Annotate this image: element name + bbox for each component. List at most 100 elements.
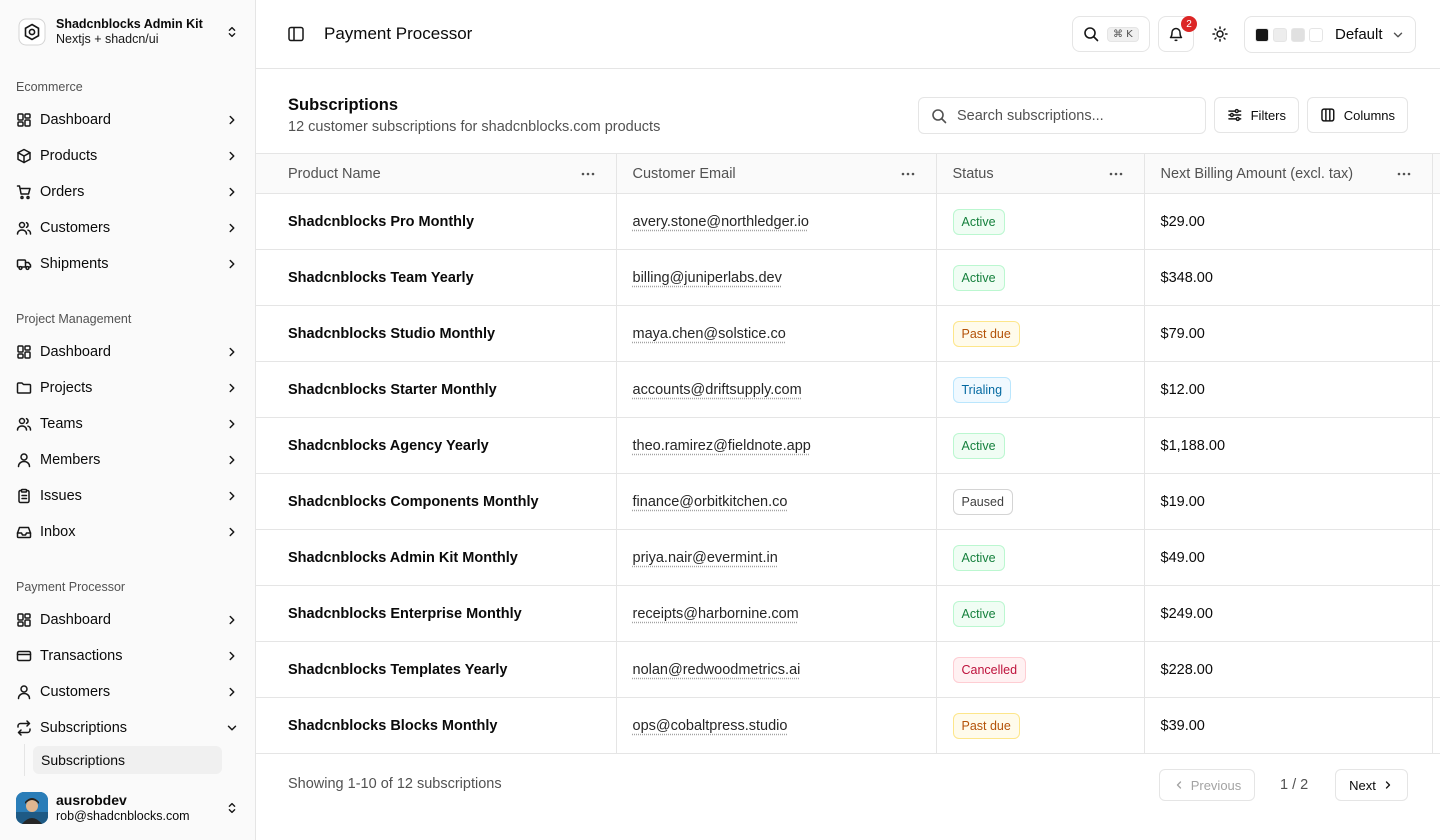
customer-email-link[interactable]: maya.chen@solstice.co (633, 326, 786, 342)
product-name: Shadcnblocks Templates Yearly (288, 662, 507, 678)
users-icon (16, 416, 32, 432)
section-description: 12 customer subscriptions for shadcnbloc… (288, 119, 660, 135)
sidebar-item-transactions[interactable]: Transactions (8, 640, 248, 672)
avatar (16, 792, 48, 824)
sidebar-item-dashboard[interactable]: Dashboard (8, 336, 248, 368)
status-badge: Active (953, 433, 1005, 459)
column-header[interactable]: Customer Email (616, 154, 936, 194)
billing-amount: $1,188.00 (1161, 438, 1226, 454)
sidebar-item-label: Dashboard (40, 112, 224, 128)
columns-button[interactable]: Columns (1307, 97, 1408, 133)
status-badge: Active (953, 265, 1005, 291)
billing-amount: $228.00 (1161, 662, 1213, 678)
table-row[interactable]: Shadcnblocks Studio Monthly maya.chen@sol… (256, 306, 1440, 362)
table-row[interactable]: Shadcnblocks Team Yearly billing@juniperl… (256, 250, 1440, 306)
user-menu[interactable]: ausrobdev rob@shadcnblocks.com (8, 784, 248, 832)
sidebar-item-dashboard[interactable]: Dashboard (8, 104, 248, 136)
chevron-right-icon (224, 524, 240, 540)
overflow-cell (1432, 698, 1440, 754)
sidebar-item-products[interactable]: Products (8, 140, 248, 172)
sidebar-item-inbox[interactable]: Inbox (8, 516, 248, 548)
theme-toggle-button[interactable] (1202, 16, 1238, 52)
sidebar-item-orders[interactable]: Orders (8, 176, 248, 208)
column-header[interactable]: Next Billing Amount (excl. tax) (1144, 154, 1432, 194)
chevron-left-icon (1173, 779, 1185, 791)
table-row[interactable]: Shadcnblocks Enterprise Monthly receipts@… (256, 586, 1440, 642)
previous-page-button[interactable]: Previous (1159, 769, 1255, 801)
sidebar-item-projects[interactable]: Projects (8, 372, 248, 404)
notifications-button[interactable]: 2 (1158, 16, 1194, 52)
status-badge: Trialing (953, 377, 1012, 403)
columns-icon (1320, 107, 1336, 123)
global-search-button[interactable]: ⌘ K (1072, 16, 1150, 52)
next-page-button[interactable]: Next (1335, 769, 1408, 801)
sidebar-item-label: Members (40, 452, 224, 468)
search-input[interactable] (957, 108, 1197, 124)
table-row[interactable]: Shadcnblocks Agency Yearly theo.ramirez@f… (256, 418, 1440, 474)
sidebar-item-label: Orders (40, 184, 224, 200)
table-row[interactable]: Shadcnblocks Blocks Monthly ops@cobaltpre… (256, 698, 1440, 754)
customer-email-link[interactable]: ops@cobaltpress.studio (633, 718, 788, 734)
user-name: ausrobdev (56, 792, 224, 808)
submenu-item-subscriptions[interactable]: Subscriptions (33, 746, 222, 774)
page-indicator: 1 / 2 (1280, 777, 1308, 793)
sidebar: Shadcnblocks Admin Kit Nextjs + shadcn/u… (0, 0, 256, 840)
billing-amount: $29.00 (1161, 214, 1205, 230)
subscription-search[interactable] (918, 97, 1206, 134)
customer-email-link[interactable]: avery.stone@northledger.io (633, 214, 809, 230)
subscriptions-table: Product Name Customer Email Status Next Bil… (256, 153, 1440, 754)
column-options-icon[interactable] (1104, 162, 1128, 186)
status-badge: Active (953, 209, 1005, 235)
chevron-right-icon (224, 256, 240, 272)
customer-email-link[interactable]: nolan@redwoodmetrics.ai (633, 662, 801, 678)
sidebar-item-customers[interactable]: Customers (8, 676, 248, 708)
column-options-icon[interactable] (896, 162, 920, 186)
filters-button[interactable]: Filters (1214, 97, 1299, 133)
sidebar-item-subscriptions[interactable]: Subscriptions (8, 712, 248, 744)
chevron-down-icon (1391, 28, 1405, 42)
column-options-icon[interactable] (1392, 162, 1416, 186)
org-switcher[interactable]: Shadcnblocks Admin Kit Nextjs + shadcn/u… (8, 8, 248, 56)
table-row[interactable]: Shadcnblocks Starter Monthly accounts@dri… (256, 362, 1440, 418)
status-badge: Past due (953, 321, 1020, 347)
sidebar-group-label: Payment Processor (16, 580, 125, 594)
column-options-icon[interactable] (576, 162, 600, 186)
org-name: Shadcnblocks Admin Kit (56, 17, 224, 32)
sidebar-group-label: Project Management (16, 312, 131, 326)
sidebar-toggle-button[interactable] (284, 22, 308, 46)
sidebar-item-dashboard[interactable]: Dashboard (8, 604, 248, 636)
sidebar-item-issues[interactable]: Issues (8, 480, 248, 512)
package-icon (16, 148, 32, 164)
customer-email-link[interactable]: theo.ramirez@fieldnote.app (633, 438, 811, 454)
theme-swatch (1273, 28, 1287, 42)
sidebar-item-members[interactable]: Members (8, 444, 248, 476)
customer-email-link[interactable]: finance@orbitkitchen.co (633, 494, 788, 510)
sidebar-item-customers[interactable]: Customers (8, 212, 248, 244)
column-header[interactable]: Product Name (256, 154, 616, 194)
search-icon (931, 108, 947, 124)
sidebar-item-teams[interactable]: Teams (8, 408, 248, 440)
customer-email-link[interactable]: accounts@driftsupply.com (633, 382, 802, 398)
sidebar-item-label: Customers (40, 684, 224, 700)
table-row[interactable]: Shadcnblocks Components Monthly finance@o… (256, 474, 1440, 530)
customer-email-link[interactable]: billing@juniperlabs.dev (633, 270, 782, 286)
column-header[interactable]: Status (936, 154, 1144, 194)
sidebar-item-label: Teams (40, 416, 224, 432)
status-badge: Active (953, 545, 1005, 571)
theme-select[interactable]: Default (1244, 16, 1416, 53)
chevron-right-icon (224, 112, 240, 128)
product-name: Shadcnblocks Team Yearly (288, 270, 474, 286)
customer-email-link[interactable]: priya.nair@evermint.in (633, 550, 778, 566)
customer-email-link[interactable]: receipts@harbornine.com (633, 606, 799, 622)
chevron-right-icon (224, 612, 240, 628)
theme-swatch (1309, 28, 1323, 42)
sidebar-item-shipments[interactable]: Shipments (8, 248, 248, 280)
overflow-cell (1432, 362, 1440, 418)
repeat-icon (16, 720, 32, 736)
table-row[interactable]: Shadcnblocks Templates Yearly nolan@redwo… (256, 642, 1440, 698)
chevron-right-icon (224, 184, 240, 200)
table-row[interactable]: Shadcnblocks Pro Monthly avery.stone@nort… (256, 194, 1440, 250)
chevrons-up-down-icon (224, 24, 240, 40)
table-row[interactable]: Shadcnblocks Admin Kit Monthly priya.nair… (256, 530, 1440, 586)
previous-label: Previous (1191, 778, 1242, 793)
